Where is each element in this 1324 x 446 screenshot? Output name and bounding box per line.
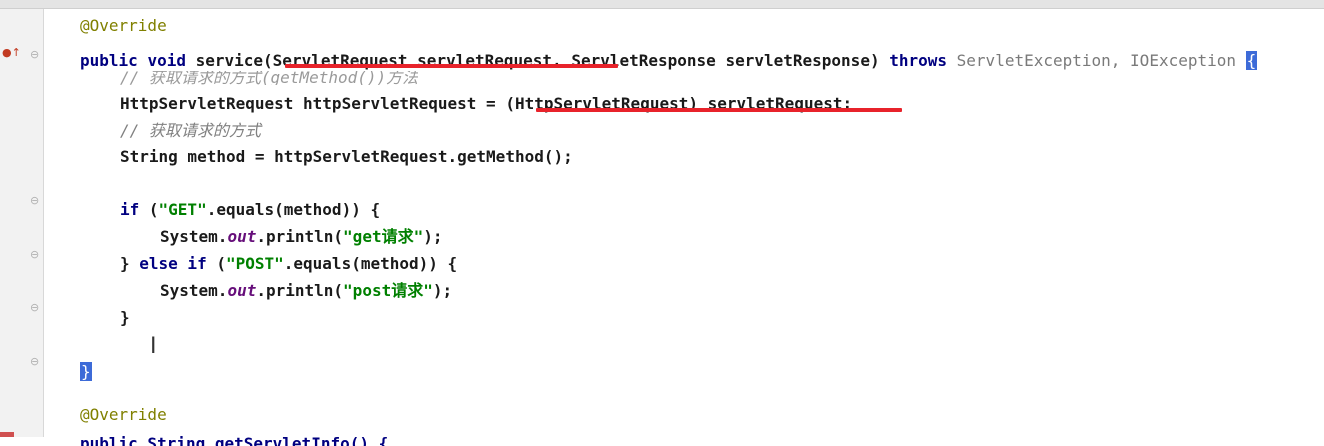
matched-brace: { xyxy=(1245,51,1258,70)
annotation: @Override xyxy=(80,16,167,35)
code-line-close-if: } xyxy=(120,305,130,331)
keyword-else-if: else if xyxy=(139,254,207,273)
editor-gutter[interactable] xyxy=(0,9,44,437)
code-editor[interactable]: @Override public void service(ServletReq… xyxy=(44,9,1324,446)
code-line-comment: // 获取请求的方式 xyxy=(120,118,261,144)
paren: ( xyxy=(139,200,159,219)
statement: .equals(method)) { xyxy=(206,200,381,219)
keyword-void: void xyxy=(147,51,186,70)
static-field: out xyxy=(227,227,257,246)
fold-marker-icon[interactable]: ⊖ xyxy=(30,356,39,368)
keyword-public: public xyxy=(80,51,138,70)
static-field: out xyxy=(227,281,257,300)
statement: String method = httpServletRequest.getMe… xyxy=(120,147,573,166)
code-line-if: if ("GET".equals(method)) { xyxy=(120,197,380,223)
brace: } xyxy=(120,254,140,273)
variable-assign: httpServletRequest = xyxy=(303,94,506,113)
string-literal: "get请求" xyxy=(343,227,424,246)
string-literal: "POST" xyxy=(225,254,284,273)
brace: } xyxy=(120,308,130,327)
exception-list: ServletException, IOException xyxy=(956,51,1237,70)
string-literal: "post请求" xyxy=(343,281,433,300)
code-line-get-method: String method = httpServletRequest.getMe… xyxy=(120,144,573,170)
code-line-print-get: System.out.println("get请求"); xyxy=(160,224,442,250)
fold-marker-icon[interactable]: ⊖ xyxy=(30,49,39,61)
class-ref: System. xyxy=(160,281,228,300)
code-line-cast: HttpServletRequest httpServletRequest = … xyxy=(120,91,852,117)
breakpoint-marker-bottom xyxy=(0,432,14,437)
highlight-underline xyxy=(285,64,618,68)
method-name: service( xyxy=(195,51,273,70)
punctuation: ); xyxy=(432,281,453,300)
annotation: @Override xyxy=(80,405,167,424)
highlight-underline xyxy=(536,108,902,112)
code-line-annotation-2: @Override xyxy=(80,402,167,428)
text-cursor-icon: I xyxy=(150,334,157,359)
code-line-close-method: } xyxy=(80,359,92,385)
keyword-throws: throws xyxy=(889,51,948,70)
method-call: .println( xyxy=(256,227,344,246)
method-call: .println( xyxy=(256,281,344,300)
fold-marker-icon[interactable]: ⊖ xyxy=(30,302,39,314)
code-line-print-post: System.out.println("post请求"); xyxy=(160,278,452,304)
code-line-comment-partial: // 获取请求的方式(getMethod())方法 xyxy=(120,71,418,85)
type-name: HttpServletRequest xyxy=(120,94,294,113)
class-ref: System. xyxy=(160,227,228,246)
comment: // 获取请求的方式 xyxy=(120,121,261,140)
param-name: servletResponse) xyxy=(725,51,880,70)
punctuation: ); xyxy=(423,227,443,246)
code-line-partial: public String getServletInfo() { xyxy=(80,431,388,446)
string-literal: "GET" xyxy=(158,200,207,219)
editor-top-bar xyxy=(0,0,1324,9)
statement: .equals(method)) { xyxy=(283,254,458,273)
comment: // 获取请求的方式(getMethod())方法 xyxy=(120,71,419,85)
fold-marker-icon[interactable]: ⊖ xyxy=(30,249,39,261)
statement: public String getServletInfo() { xyxy=(80,434,389,446)
breakpoint-icon[interactable]: ●↑ xyxy=(2,46,21,59)
matched-brace: } xyxy=(80,362,92,381)
code-line-annotation: @Override xyxy=(80,13,167,39)
keyword-if: if xyxy=(120,200,140,219)
fold-marker-icon[interactable]: ⊖ xyxy=(30,195,39,207)
paren: ( xyxy=(206,254,226,273)
code-line-else-if: } else if ("POST".equals(method)) { xyxy=(120,251,457,277)
